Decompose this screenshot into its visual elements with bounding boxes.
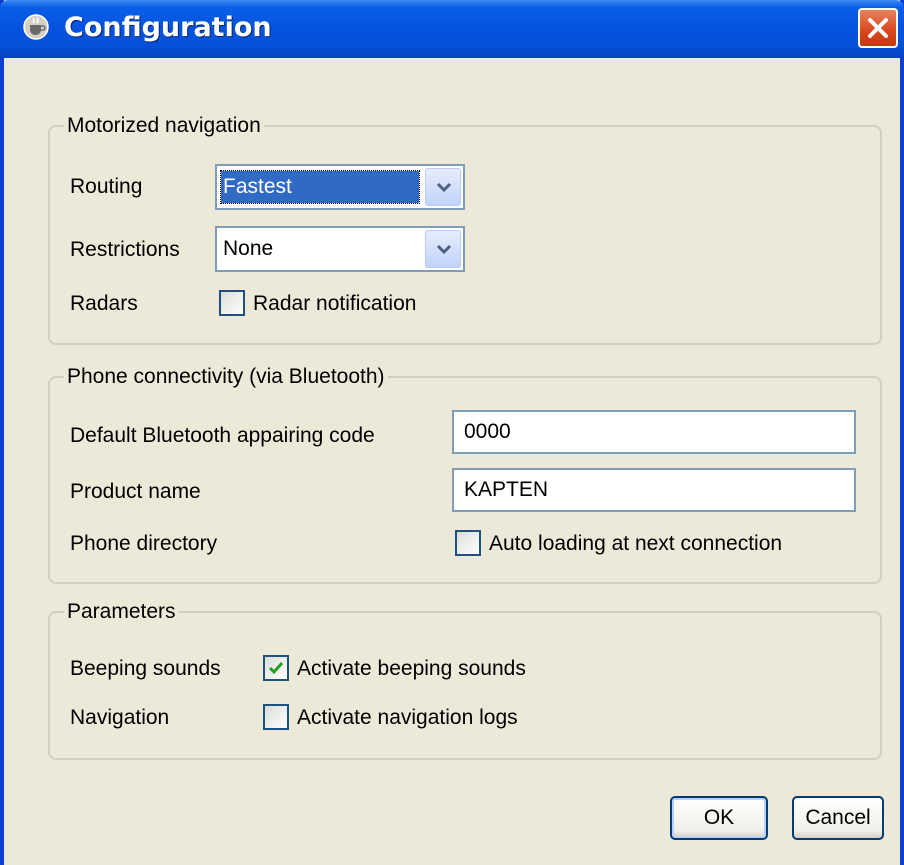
pairing-code-label: Default Bluetooth appairing code	[70, 424, 375, 447]
routing-label: Routing	[70, 175, 143, 198]
auto-loading-label[interactable]: Auto loading at next connection	[489, 532, 782, 556]
close-button[interactable]	[858, 8, 898, 48]
beeping-sounds-checkbox[interactable]	[263, 655, 289, 681]
motorized-navigation-legend: Motorized navigation	[67, 114, 261, 137]
cancel-button[interactable]: Cancel	[792, 796, 884, 840]
phone-connectivity-legend: Phone connectivity (via Bluetooth)	[67, 365, 385, 388]
title-bar[interactable]: Configuration	[0, 0, 904, 58]
checkmark-icon	[268, 662, 284, 675]
navigation-label: Navigation	[70, 706, 170, 729]
java-cup-icon	[23, 14, 49, 40]
phone-directory-label: Phone directory	[70, 532, 218, 555]
window-title: Configuration	[64, 12, 272, 43]
radar-notification-label[interactable]: Radar notification	[253, 292, 416, 316]
motorized-navigation-group: Motorized navigation	[48, 114, 882, 345]
product-name-label: Product name	[70, 480, 201, 503]
chevron-down-icon	[436, 244, 452, 255]
chevron-down-icon	[436, 182, 452, 193]
beeping-sounds-checkbox-label[interactable]: Activate beeping sounds	[297, 657, 526, 681]
radars-label: Radars	[70, 292, 138, 315]
radar-notification-checkbox[interactable]	[219, 290, 245, 316]
routing-select[interactable]: Fastest	[215, 164, 465, 210]
routing-selected-value: Fastest	[220, 170, 420, 204]
restrictions-select[interactable]: None	[215, 226, 465, 272]
configuration-dialog: Configuration Motorized navigation Routi…	[0, 0, 904, 865]
navigation-logs-checkbox[interactable]	[263, 704, 289, 730]
parameters-legend: Parameters	[67, 600, 176, 623]
beeping-sounds-label: Beeping sounds	[70, 657, 221, 680]
restrictions-dropdown-button[interactable]	[425, 230, 461, 268]
ok-button[interactable]: OK	[670, 796, 768, 840]
restrictions-selected-value: None	[223, 237, 274, 260]
navigation-logs-label[interactable]: Activate navigation logs	[297, 706, 518, 730]
routing-dropdown-button[interactable]	[425, 168, 461, 206]
product-name-input[interactable]: KAPTEN	[452, 468, 856, 512]
close-icon	[868, 18, 888, 38]
auto-loading-checkbox[interactable]	[455, 530, 481, 556]
pairing-code-input[interactable]: 0000	[452, 410, 856, 454]
restrictions-label: Restrictions	[70, 238, 180, 261]
